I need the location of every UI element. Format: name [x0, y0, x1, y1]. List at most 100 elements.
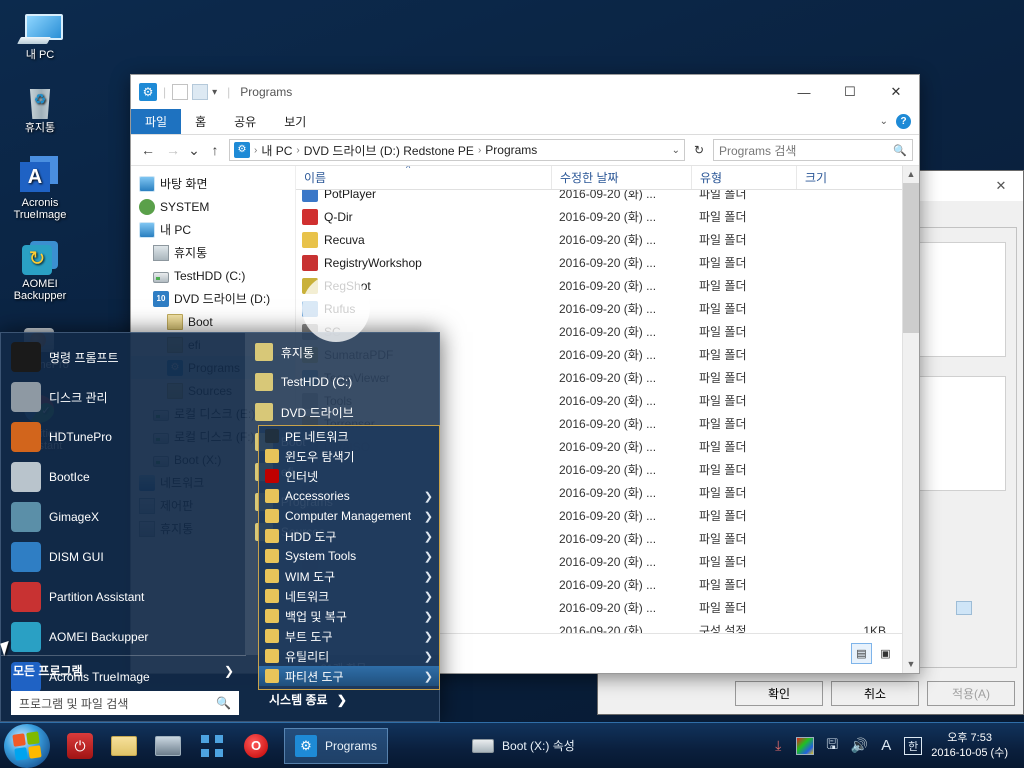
- tab-file[interactable]: 파일: [131, 109, 182, 134]
- nav-item-system[interactable]: SYSTEM: [131, 195, 295, 218]
- properties-icon[interactable]: [192, 84, 209, 100]
- start-menu-place-drive[interactable]: TestHDD (C:): [245, 367, 439, 397]
- ok-button[interactable]: 확인: [735, 681, 823, 706]
- table-row[interactable]: PotPlayer 2016-09-20 (화) ... 파일 폴더: [296, 190, 902, 205]
- submenu-item-파티션-도구[interactable]: 파티션 도구 ❯: [259, 666, 439, 686]
- explorer-icon[interactable]: [102, 724, 146, 768]
- scrollbar-thumb[interactable]: [902, 183, 919, 333]
- color-icon[interactable]: [796, 736, 815, 755]
- recent-locations-button[interactable]: ⌄: [187, 139, 201, 161]
- submenu-item-PE-네트워크[interactable]: PE 네트워크: [259, 426, 439, 446]
- refresh-button[interactable]: ↻: [688, 139, 710, 161]
- help-icon[interactable]: ?: [896, 114, 911, 129]
- vertical-scrollbar[interactable]: ▲ ▼: [902, 166, 919, 673]
- submenu-item-유틸리티[interactable]: 유틸리티 ❯: [259, 646, 439, 666]
- chevron-down-icon[interactable]: ▾: [212, 87, 217, 98]
- tab-share[interactable]: 공유: [220, 109, 270, 134]
- desktop-icon-my-pc[interactable]: 내 PC: [0, 0, 80, 61]
- close-icon[interactable]: ✕: [979, 171, 1023, 201]
- new-folder-icon[interactable]: [172, 84, 189, 100]
- start-menu-item-gimagex[interactable]: GimageX: [1, 497, 245, 537]
- ime-korean-icon[interactable]: 한: [904, 736, 923, 755]
- shutdown-icon[interactable]: ⏻: [58, 724, 102, 768]
- start-menu-item-disk-management[interactable]: 디스크 관리: [1, 377, 245, 417]
- start-menu-place-dvd[interactable]: DVD 드라이브: [245, 397, 439, 427]
- submenu-item-인터넷[interactable]: 인터넷: [259, 466, 439, 486]
- column-header-size[interactable]: 크기: [796, 166, 886, 189]
- file-name-cell[interactable]: RegistryWorkshop: [296, 254, 551, 271]
- breadcrumb[interactable]: ⚙ › 내 PC › DVD 드라이브 (D:) Redstone PE › P…: [229, 139, 685, 161]
- breadcrumb-item-dvd-drive[interactable]: DVD 드라이브 (D:) Redstone PE: [304, 142, 474, 159]
- shutdown-button[interactable]: 시스템 종료 ❯: [269, 691, 347, 708]
- submenu-item-백업-및-복구[interactable]: 백업 및 복구 ❯: [259, 606, 439, 626]
- up-button[interactable]: ↑: [204, 139, 226, 161]
- usb-icon[interactable]: 🖫: [823, 736, 841, 755]
- gear-icon[interactable]: ⚙: [234, 142, 250, 158]
- submenu-item-Accessories[interactable]: Accessories ❯: [259, 486, 439, 506]
- details-view-button[interactable]: ▤: [851, 643, 872, 664]
- opera-icon[interactable]: O: [234, 724, 278, 768]
- start-menu-item-command-prompt[interactable]: 명령 프롬프트: [1, 337, 245, 377]
- column-header-date[interactable]: 수정한 날짜: [551, 166, 691, 189]
- breadcrumb-item-programs[interactable]: Programs: [485, 143, 537, 157]
- submenu-item-부트-도구[interactable]: 부트 도구 ❯: [259, 626, 439, 646]
- desktop-icon-acronis[interactable]: Acronis TrueImage: [0, 134, 80, 221]
- tab-view[interactable]: 보기: [270, 109, 320, 134]
- large-icons-view-button[interactable]: ▣: [875, 643, 896, 664]
- network-icon[interactable]: [190, 724, 234, 768]
- clock[interactable]: 오후 7:53 2016-10-05 (수): [931, 731, 1014, 761]
- start-menu-item-aomei[interactable]: AOMEI Backupper: [1, 617, 245, 657]
- nav-item-my-pc[interactable]: 내 PC: [131, 218, 295, 241]
- cancel-button[interactable]: 취소: [831, 681, 919, 706]
- forward-button[interactable]: →: [162, 139, 184, 161]
- breadcrumb-item-my-pc[interactable]: 내 PC: [261, 142, 292, 159]
- minimize-button[interactable]: —: [781, 76, 827, 108]
- breadcrumb-dropdown-icon[interactable]: ⌄: [672, 145, 680, 156]
- desktop-icon-recycle-bin[interactable]: 휴지통: [0, 61, 80, 134]
- table-row[interactable]: RegistryWorkshop 2016-09-20 (화) ... 파일 폴더: [296, 251, 902, 274]
- column-header-name[interactable]: 이름 ^: [296, 166, 551, 189]
- display-icon[interactable]: [146, 724, 190, 768]
- scroll-down-arrow-icon[interactable]: ▼: [903, 656, 920, 673]
- start-menu-place-recycle-bin[interactable]: 휴지통: [245, 337, 439, 367]
- file-name-cell[interactable]: Q-Dir: [296, 208, 551, 225]
- table-row[interactable]: RegShot2016-09-20 (화) ...파일 폴더: [296, 274, 902, 297]
- table-row[interactable]: Recuva 2016-09-20 (화) ... 파일 폴더: [296, 228, 902, 251]
- start-menu-item-bootice[interactable]: BootIce: [1, 457, 245, 497]
- gear-icon[interactable]: ⚙: [139, 83, 157, 101]
- close-button[interactable]: ✕: [873, 76, 919, 108]
- submenu-item-네트워크[interactable]: 네트워크 ❯: [259, 586, 439, 606]
- maximize-button[interactable]: ☐: [827, 76, 873, 108]
- nav-item-desktop[interactable]: 바탕 화면: [131, 172, 295, 195]
- submenu-item-HDD-도구[interactable]: HDD 도구 ❯: [259, 526, 439, 546]
- start-menu-item-partition-assistant[interactable]: Partition Assistant: [1, 577, 245, 617]
- explorer-title-bar[interactable]: ⚙ | ▾ | Programs — ☐ ✕: [131, 75, 919, 109]
- taskbar-task-programs[interactable]: ⚙ Programs: [284, 727, 389, 764]
- nav-item-recycle-bin[interactable]: 휴지통: [131, 241, 295, 264]
- dialog-checkbox[interactable]: [956, 601, 972, 615]
- start-menu-search-input[interactable]: 프로그램 및 파일 검색 🔍: [11, 691, 239, 715]
- start-menu-item-hdtune[interactable]: HDTunePro: [1, 417, 245, 457]
- chevron-down-icon[interactable]: ⌄: [880, 116, 888, 127]
- scrollbar-track[interactable]: [902, 183, 919, 656]
- start-button[interactable]: [4, 723, 50, 768]
- safely-remove-icon[interactable]: ⤓: [769, 737, 787, 755]
- volume-icon[interactable]: 🔊: [850, 737, 868, 755]
- desktop-icon-aomei[interactable]: AOMEI Backupper: [0, 221, 80, 302]
- search-input[interactable]: Programs 검색 🔍: [713, 139, 913, 161]
- table-row[interactable]: Q-Dir 2016-09-20 (화) ... 파일 폴더: [296, 205, 902, 228]
- ime-a-icon[interactable]: A: [877, 737, 895, 755]
- start-menu-item-dism-gui[interactable]: DISM GUI: [1, 537, 245, 577]
- back-button[interactable]: ←: [137, 139, 159, 161]
- nav-item-dvd-drive[interactable]: 10 DVD 드라이브 (D:): [131, 287, 295, 310]
- submenu-item-윈도우-탐색기[interactable]: 윈도우 탐색기: [259, 446, 439, 466]
- column-header-type[interactable]: 유형: [691, 166, 796, 189]
- scroll-up-arrow-icon[interactable]: ▲: [903, 166, 920, 183]
- file-name-cell[interactable]: Recuva: [296, 231, 551, 248]
- taskbar-task-boot-properties[interactable]: Boot (X:) 속성: [462, 728, 585, 764]
- submenu-item-WIM-도구[interactable]: WIM 도구 ❯: [259, 566, 439, 586]
- nav-item-testhdd-c[interactable]: TestHDD (C:): [131, 264, 295, 287]
- nav-item-boot[interactable]: Boot: [131, 310, 295, 333]
- tab-home[interactable]: 홈: [181, 109, 220, 134]
- submenu-item-System-Tools[interactable]: System Tools ❯: [259, 546, 439, 566]
